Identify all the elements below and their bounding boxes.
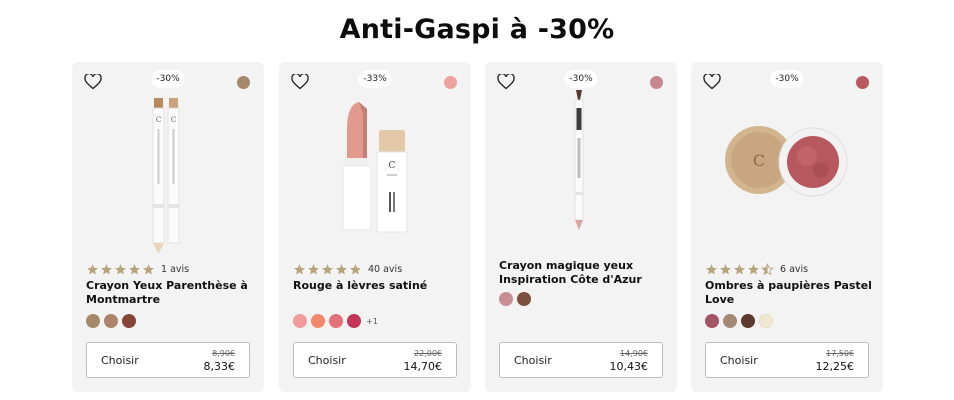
choose-label: Choisir [514,354,552,367]
color-swatch[interactable] [347,314,361,328]
star-icon [734,263,745,274]
rating-stars [86,263,155,276]
star-icon [101,263,112,274]
product-card[interactable]: -30% Crayon magique yeux Inspiration Côt… [485,62,677,392]
review-count[interactable]: 1 avis [161,264,189,275]
old-price: 17,50€ [826,349,854,358]
color-swatch[interactable] [122,314,136,328]
review-count[interactable]: 40 avis [368,264,402,275]
star-icon [143,263,154,274]
color-swatch[interactable] [741,314,755,328]
star-icon [748,263,759,274]
new-price: 12,25€ [815,360,855,373]
choose-button[interactable]: Choisir 17,50€ 12,25€ [705,342,869,378]
choose-label: Choisir [101,354,139,367]
color-swatch[interactable] [311,314,325,328]
star-icon [336,263,347,274]
old-price: 8,90€ [212,349,235,358]
choose-label: Choisir [720,354,758,367]
product-card[interactable]: -30% C C 1 avis Crayon Yeux Parenthèse à… [72,62,264,392]
star-icon [322,263,333,274]
choose-button[interactable]: Choisir 14,90€ 10,43€ [499,342,663,378]
rating: 40 avis [293,262,402,276]
star-icon [87,263,98,274]
color-swatch[interactable] [329,314,343,328]
rating: 1 avis [86,262,189,276]
old-price: 22,00€ [414,349,442,358]
star-half-icon [761,262,774,275]
color-swatch[interactable] [705,314,719,328]
old-price: 14,90€ [620,349,648,358]
color-swatch[interactable] [86,314,100,328]
color-swatch[interactable] [517,292,531,306]
color-swatches: +1 [293,314,378,328]
color-swatches [705,314,773,328]
star-icon [115,263,126,274]
product-card[interactable]: -33% C 40 avis Rouge à lèvres satiné +1 … [279,62,471,392]
svg-text:C: C [156,116,161,124]
new-price: 14,70€ [403,360,443,373]
product-image[interactable] [485,84,677,256]
product-card[interactable]: -30% C 6 avis Ombres à paupières Pastel … [691,62,883,392]
star-icon [294,263,305,274]
more-colors[interactable]: +1 [366,317,378,326]
product-name[interactable]: Crayon Yeux Parenthèse à Montmartre [86,279,256,307]
product-image[interactable]: C [691,84,883,256]
svg-text:C: C [753,151,765,170]
product-name[interactable]: Rouge à lèvres satiné [293,279,463,293]
choose-button[interactable]: Choisir 22,00€ 14,70€ [293,342,457,378]
new-price: 8,33€ [203,360,236,373]
star-icon [706,263,717,274]
product-name[interactable]: Ombres à paupières Pastel Love [705,279,875,307]
color-swatch[interactable] [723,314,737,328]
color-swatch[interactable] [759,314,773,328]
star-icon [720,263,731,274]
star-icon [308,263,319,274]
svg-text:C: C [171,116,176,124]
star-icon [350,263,361,274]
choose-label: Choisir [308,354,346,367]
color-swatch[interactable] [499,292,513,306]
color-swatches [499,292,531,306]
svg-text:C: C [389,161,396,171]
new-price: 10,43€ [609,360,649,373]
product-image[interactable]: C C [72,84,264,256]
star-icon [129,263,140,274]
rating: 6 avis [705,262,808,276]
color-swatch[interactable] [104,314,118,328]
page-title: Anti-Gaspi à -30% [339,14,615,45]
product-name[interactable]: Crayon magique yeux Inspiration Côte d'A… [499,259,669,287]
review-count[interactable]: 6 avis [780,264,808,275]
rating-stars [293,263,362,276]
color-swatch[interactable] [293,314,307,328]
product-image[interactable]: C [279,84,471,256]
choose-button[interactable]: Choisir 8,90€ 8,33€ [86,342,250,378]
color-swatches [86,314,136,328]
rating-stars [705,262,774,276]
